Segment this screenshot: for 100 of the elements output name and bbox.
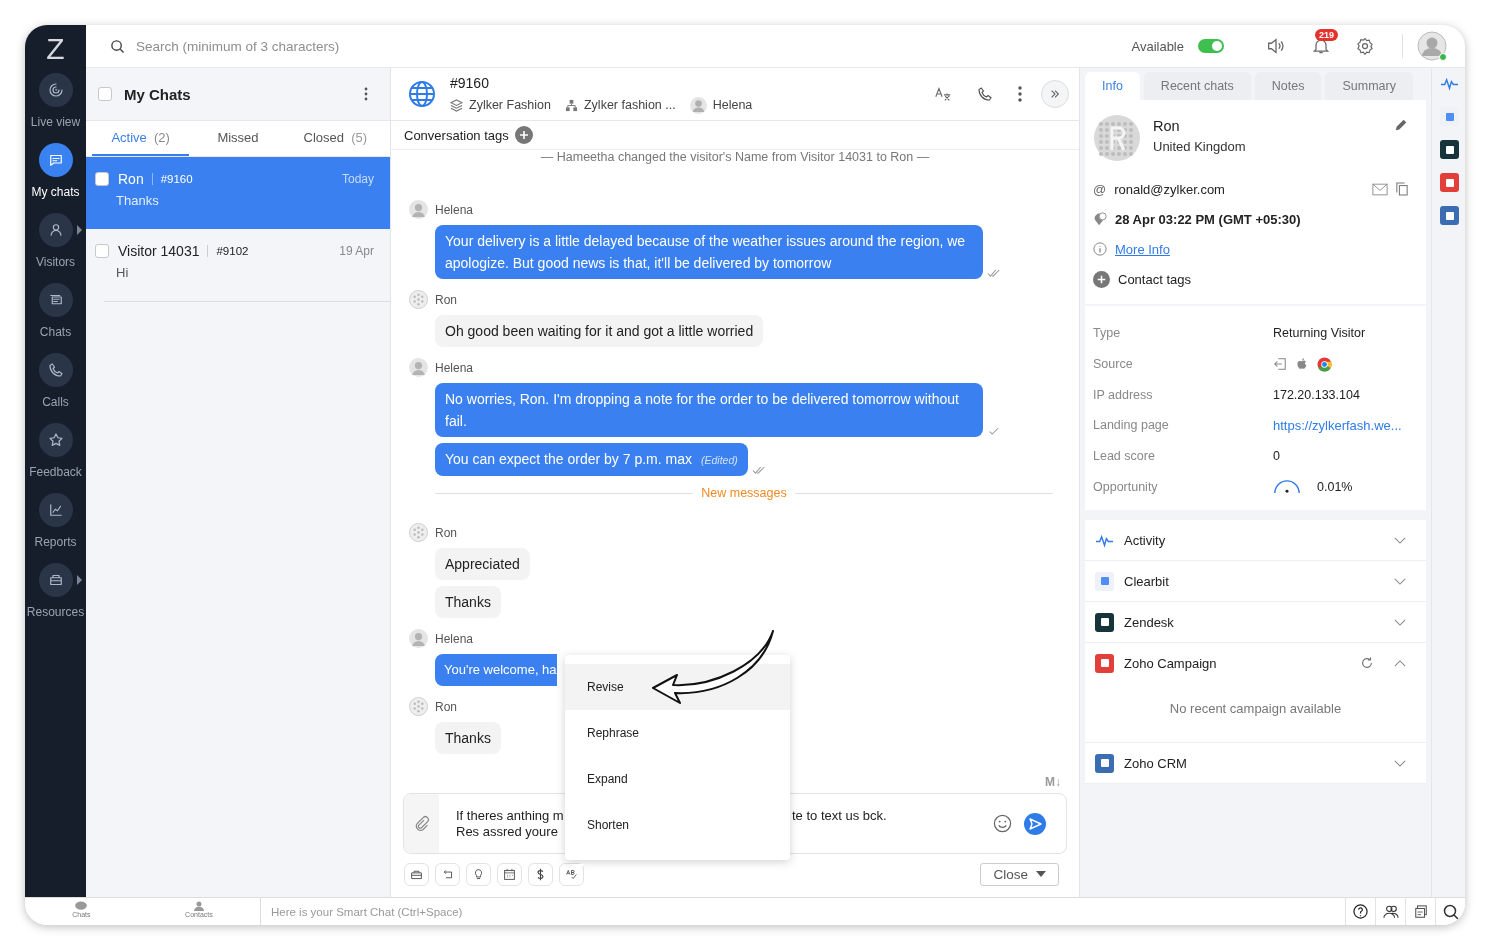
chevron-down-icon[interactable] — [1394, 536, 1406, 544]
sender-name: Helena — [435, 631, 474, 646]
chat-id: #9160 — [160, 173, 193, 185]
visitor-country: United Kingdom — [1153, 139, 1247, 154]
chat-id: #9160 — [450, 74, 490, 91]
agent-avatar — [409, 629, 428, 648]
message-bubble: You can expect the order by 7 p.m. max (Edited) — [435, 443, 748, 476]
copy-icon[interactable] — [1396, 182, 1408, 196]
menu-item[interactable]: Expand — [565, 756, 790, 802]
integration-name: Zendesk — [1124, 614, 1175, 630]
visitor-name: Ron — [1153, 118, 1181, 134]
chevron-up-icon[interactable] — [1394, 659, 1406, 667]
integration-logo-icon — [1095, 571, 1114, 591]
row-checkbox[interactable] — [95, 244, 109, 258]
double-chevron-icon — [1049, 88, 1061, 100]
integration-name: Zoho Campaign — [1124, 655, 1218, 671]
detail-label: Opportunity — [1093, 479, 1159, 494]
message-bubble: Oh good been waiting for it and got a little worried — [435, 315, 764, 347]
select-all-checkbox[interactable] — [98, 87, 112, 101]
sender-name: Ron — [435, 699, 457, 714]
nav-item[interactable]: Reports — [25, 493, 86, 563]
integration-name: Zoho CRM — [1124, 755, 1188, 771]
menu-item[interactable]: Rephrase — [565, 710, 790, 756]
nav-item[interactable]: Feedback — [25, 423, 86, 493]
transfer-icon[interactable] — [435, 862, 460, 886]
notification-badge: 219 — [1315, 29, 1339, 41]
detail-label: Type — [1093, 326, 1122, 341]
agent-avatar — [409, 200, 428, 219]
chat-meta: Zylker fashion ... — [584, 98, 676, 112]
visitor-avatar — [409, 523, 428, 542]
close-dropdown-button[interactable]: Close — [980, 862, 1059, 886]
chat-list-item[interactable]: Visitor 14031 #9102 19 Apr Hi — [86, 229, 390, 301]
message-bubble: Thanks — [435, 586, 501, 618]
draft-text: Res assred youre — [456, 824, 559, 839]
canned-response-icon[interactable] — [404, 862, 429, 886]
chevron-down-icon[interactable] — [1394, 618, 1406, 626]
nav-item[interactable]: Chats — [25, 283, 86, 353]
refresh-icon[interactable] — [1360, 656, 1374, 671]
chat-list-item[interactable]: Ron #9160 Today Thanks — [86, 157, 390, 229]
landing-page-link[interactable]: https://zylkerfash.we... — [1273, 417, 1416, 433]
chat-meta: Helena — [712, 98, 753, 112]
dollar-icon[interactable] — [528, 862, 553, 886]
row-checkbox[interactable] — [95, 172, 109, 186]
add-tag-icon[interactable] — [514, 126, 533, 144]
more-options-icon[interactable] — [1018, 86, 1022, 102]
detail-label: Source — [1093, 357, 1134, 372]
draft-text: te to text us bck. — [792, 808, 888, 823]
search-icon — [110, 38, 125, 54]
nav-item[interactable]: Visitors — [25, 213, 86, 283]
calendar-icon[interactable] — [497, 862, 522, 886]
caret-icon — [1036, 871, 1046, 877]
integration-logo-icon — [1095, 653, 1114, 673]
empty-state-text: No recent campaign available — [1168, 700, 1343, 719]
attach-icon[interactable] — [404, 794, 439, 853]
list-title: My Chats — [124, 85, 192, 103]
sender-name: Ron — [435, 525, 457, 540]
emoji-icon[interactable] — [993, 814, 1012, 833]
chevron-down-icon[interactable] — [1394, 577, 1406, 585]
filter-tab[interactable]: Missed — [189, 121, 287, 156]
menu-item[interactable]: Shorten — [565, 802, 790, 848]
availability-toggle[interactable] — [1198, 39, 1224, 53]
integration-logo-icon[interactable] — [1440, 140, 1459, 159]
nav-item[interactable]: Resources — [25, 563, 86, 633]
nav-item[interactable]: Live view — [25, 73, 86, 143]
info-tab[interactable]: Notes — [1254, 72, 1322, 100]
message-bubble: Your delivery is a little delayed because of the weather issues around the region, we apologize. But good news is that, it'll be delivered by tomorrow — [435, 225, 983, 279]
mail-icon[interactable] — [1372, 182, 1388, 196]
visitor-email: ronald@zylker.com — [1114, 181, 1225, 197]
add-tag-icon[interactable] — [1093, 270, 1110, 288]
more-options-icon[interactable] — [364, 87, 368, 101]
more-info-link[interactable]: More Info — [1115, 241, 1170, 257]
draft-text: If theres anthing m — [456, 808, 563, 823]
info-tab[interactable]: Summary — [1325, 72, 1413, 100]
info-icon — [1093, 242, 1107, 256]
speaker-icon[interactable] — [1265, 35, 1287, 57]
phone-icon[interactable] — [976, 85, 994, 103]
availability-label: Available — [1131, 38, 1184, 54]
user-avatar[interactable] — [1417, 31, 1447, 61]
info-tab[interactable]: Info — [1085, 72, 1140, 100]
detail-value: Returning Visitor — [1273, 326, 1367, 341]
nav-item[interactable]: Calls — [25, 353, 86, 423]
chat-date: 19 Apr — [339, 244, 374, 258]
chevron-down-icon[interactable] — [1394, 759, 1406, 767]
settings-icon[interactable] — [1355, 36, 1375, 56]
integration-logo-icon — [1095, 612, 1114, 632]
lightbulb-icon[interactable] — [466, 862, 491, 886]
message-bubble: Appreciated — [435, 548, 530, 580]
person-icon — [191, 901, 206, 911]
chat-bubble-icon — [74, 901, 89, 911]
edit-icon[interactable] — [1394, 118, 1408, 132]
info-tab[interactable]: Recent chats — [1143, 72, 1251, 100]
collapse-panel-button[interactable] — [1041, 80, 1069, 108]
agent-avatar — [689, 96, 707, 114]
spell-check-icon[interactable] — [559, 862, 584, 886]
new-messages-divider: New messages — [701, 486, 787, 500]
send-button[interactable] — [1024, 812, 1046, 835]
filter-tab[interactable]: Closed (5) — [286, 121, 384, 156]
nav-item[interactable]: My chats — [25, 143, 86, 213]
translate-icon[interactable] — [934, 85, 952, 103]
detail-label: IP address — [1093, 387, 1154, 402]
